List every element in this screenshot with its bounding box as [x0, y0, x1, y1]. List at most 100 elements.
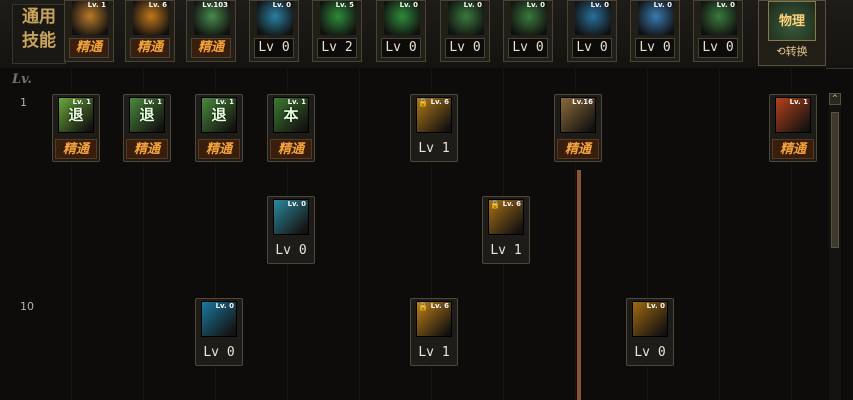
lock-icon: 🔒: [490, 200, 500, 209]
skill-level-label: Lv 0: [381, 38, 421, 58]
figure-blue-icon: Lv. 0: [638, 1, 674, 35]
skill-mini-level: Lv. 0: [653, 1, 672, 9]
skill-level-label: 精通: [198, 139, 240, 159]
row-level-10: 10: [20, 300, 34, 313]
common-skill-slot[interactable]: Lv. 0 Lv 0: [440, 0, 490, 62]
figure-icon: Lv. 0: [701, 1, 737, 35]
skill-stance[interactable]: Lv. 1 本精通: [267, 94, 315, 162]
skill-mini-level: Lv. 0: [526, 1, 545, 9]
common-skills-label-line1: 通用: [22, 7, 56, 27]
common-skill-slot[interactable]: Lv. 0 Lv 0: [693, 0, 743, 62]
skill-level-label: Lv 0: [203, 345, 235, 360]
skill-mini-level: Lv. 6: [430, 302, 449, 310]
skill-level-label: Lv 0: [634, 345, 666, 360]
skill-palm-blast[interactable]: Lv. 0 Lv 0: [267, 196, 315, 264]
skill-mini-level: Lv. 0: [646, 302, 665, 310]
skill-level-label: Lv 0: [698, 38, 738, 58]
common-skills-label-line2: 技能: [22, 31, 56, 51]
skill-level-label: 精通: [130, 38, 170, 58]
skill-level-label: 精通: [270, 139, 312, 159]
skill-mini-level: Lv. 0: [463, 1, 482, 9]
skill-level-label: Lv 0: [635, 38, 675, 58]
skill-level-label: 精通: [126, 139, 168, 159]
skill-mini-level: Lv. 1: [87, 1, 106, 9]
skill-mini-level: Lv. 6: [430, 98, 449, 106]
skill-level-label: Lv 0: [275, 243, 307, 258]
common-skills-label: 通用 技能: [12, 4, 66, 64]
skill-slash-wave[interactable]: Lv.16 精通: [554, 94, 602, 162]
skill-icon: Lv. 0: [632, 301, 668, 337]
skill-anchor[interactable]: Lv. 0 Lv 0: [195, 298, 243, 366]
skill-icon: Lv. 1: [775, 97, 811, 133]
figure-icon: Lv. 0: [511, 1, 547, 35]
lock-icon: 🔒: [418, 302, 428, 311]
flame-figure-icon: Lv. 6: [133, 1, 169, 35]
skill-glyph: 退: [211, 106, 227, 124]
skill-icon: Lv.16: [560, 97, 596, 133]
common-skill-slot[interactable]: Lv. 0 Lv 0: [249, 0, 299, 62]
skill-mini-level: Lv. 0: [399, 1, 418, 9]
skill-retreat-1[interactable]: Lv. 1 退精通: [52, 94, 100, 162]
skill-mini-level: Lv. 1: [789, 98, 808, 106]
common-skills-bar: 通用 技能 Lv. 1 精通 Lv. 6 精通 Lv.103 精通 Lv. 0 Lv 0 Lv.…: [0, 0, 853, 69]
skill-icon: Lv. 1退: [201, 97, 237, 133]
crosshair-icon: Lv. 0: [384, 1, 420, 35]
skill-level-label: Lv 0: [572, 38, 612, 58]
common-skill-slot[interactable]: Lv. 0 Lv 0: [376, 0, 426, 62]
scroll-up-icon[interactable]: ^: [829, 93, 841, 105]
figure-sitting-icon: Lv. 1: [72, 1, 108, 35]
skill-fist-strike[interactable]: Lv. 6 🔒 Lv 1: [410, 298, 458, 366]
skill-icon: Lv. 6 🔒: [416, 301, 452, 337]
switch-button[interactable]: ⟲转换: [764, 43, 820, 61]
lock-icon: 🔒: [418, 98, 428, 107]
level-column-header: Lv.: [12, 72, 32, 87]
skill-mini-level: Lv.103: [202, 1, 228, 9]
skill-retreat-3[interactable]: Lv. 1 退精通: [195, 94, 243, 162]
skill-mini-level: Lv. 0: [716, 1, 735, 9]
skill-mini-level: Lv. 0: [287, 200, 306, 208]
scrollbar-thumb[interactable]: [831, 112, 839, 248]
common-skill-slot[interactable]: Lv. 0 Lv 0: [567, 0, 617, 62]
common-skill-slot[interactable]: Lv. 0 Lv 0: [503, 0, 553, 62]
attack-type-switch: 物理 ⟲转换: [758, 0, 826, 66]
skill-connector-line: [577, 170, 581, 400]
common-skill-slot[interactable]: Lv. 0 Lv 0: [630, 0, 680, 62]
skill-icon: Lv. 0: [201, 301, 237, 337]
skill-level-label: 精通: [772, 139, 814, 159]
skill-level-label: Lv 2: [317, 38, 357, 58]
skill-mini-level: Lv.16: [572, 98, 593, 106]
skill-icon: Lv. 1本: [273, 97, 309, 133]
skill-icon: Lv. 6 🔒: [488, 199, 524, 235]
skill-mini-level: Lv. 0: [272, 1, 291, 9]
wing-icon: Lv. 0: [257, 1, 293, 35]
skill-dash-strike[interactable]: Lv. 6 🔒 Lv 1: [410, 94, 458, 162]
skill-mini-level: Lv. 6: [502, 200, 521, 208]
row-level-1: 1: [20, 96, 27, 109]
skill-mini-level: Lv. 0: [590, 1, 609, 9]
common-skill-slot[interactable]: Lv.103 精通: [186, 0, 236, 62]
leap-figure-icon: Lv.103: [194, 1, 230, 35]
skill-level-label: 精通: [191, 38, 231, 58]
skill-icon: Lv. 1退: [129, 97, 165, 133]
skill-level-label: Lv 1: [490, 243, 522, 258]
figure-icon: Lv. 0: [448, 1, 484, 35]
skill-retreat-2[interactable]: Lv. 1 退精通: [123, 94, 171, 162]
skill-icon: Lv. 6 🔒: [416, 97, 452, 133]
skill-level-label: 精通: [557, 139, 599, 159]
skill-mini-level: Lv. 6: [148, 1, 167, 9]
common-skill-slot[interactable]: Lv. 5 Lv 2: [312, 0, 362, 62]
skill-claw-sweep[interactable]: Lv. 0 Lv 0: [626, 298, 674, 366]
skill-level-label: Lv 0: [254, 38, 294, 58]
common-skill-slot[interactable]: Lv. 6 精通: [125, 0, 175, 62]
skill-level-label: Lv 1: [418, 345, 450, 360]
physical-type-icon[interactable]: 物理: [768, 1, 816, 41]
eye-icon: Lv. 0: [575, 1, 611, 35]
skill-glyph: 本: [283, 106, 299, 124]
skill-glyph: 退: [68, 106, 84, 124]
common-skill-slot[interactable]: Lv. 1 精通: [64, 0, 114, 62]
skill-mini-level: Lv. 0: [215, 302, 234, 310]
crosshair-icon: Lv. 5: [320, 1, 356, 35]
skill-bullet-strike[interactable]: Lv. 6 🔒 Lv 1: [482, 196, 530, 264]
skill-glyph: 退: [139, 106, 155, 124]
skill-flame-burst[interactable]: Lv. 1 精通: [769, 94, 817, 162]
